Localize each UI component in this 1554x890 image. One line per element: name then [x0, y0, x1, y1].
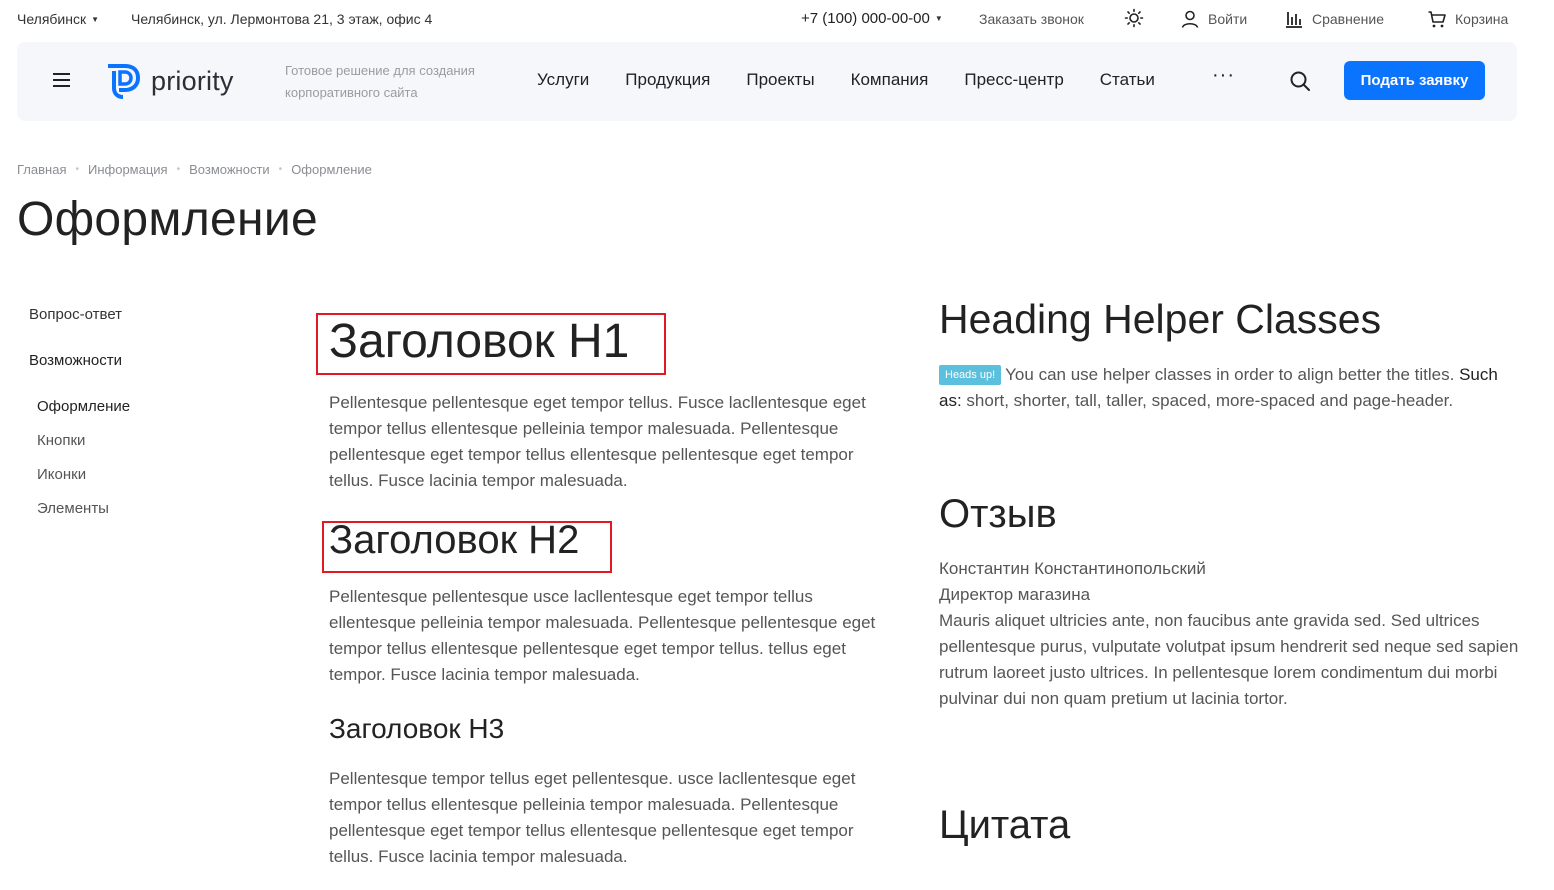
login-label: Войти — [1208, 11, 1248, 27]
nav-item-company[interactable]: Компания — [851, 70, 929, 90]
breadcrumb: Главная • Информация • Возможности • Офо… — [17, 162, 372, 177]
nav-item-products[interactable]: Продукция — [625, 70, 710, 90]
breadcrumb-separator: • — [278, 164, 283, 175]
breadcrumb-separator: • — [176, 164, 181, 175]
menu-icon[interactable] — [53, 73, 70, 88]
heads-up-badge: Heads up! — [939, 365, 1002, 385]
breadcrumb-info[interactable]: Информация — [88, 162, 168, 177]
user-icon — [1181, 10, 1199, 28]
more-menu-icon[interactable]: ··· — [1212, 64, 1235, 87]
helper-intro: You can use helper classes in order to a… — [1005, 365, 1455, 384]
logo[interactable]: priority — [105, 62, 234, 100]
helper-classes-text: Heads up! You can use helper classes in o… — [939, 362, 1519, 414]
review-role: Директор магазина — [939, 585, 1091, 604]
nav-item-press[interactable]: Пресс-центр — [964, 70, 1063, 90]
sidebar-subitem-elements[interactable]: Элементы — [37, 500, 109, 517]
main-nav: Услуги Продукция Проекты Компания Пресс-… — [537, 70, 1191, 90]
paragraph-1: Pellentesque pellentesque eget tempor te… — [329, 393, 866, 490]
paragraph-3: Pellentesque tempor tellus eget pellente… — [329, 769, 856, 866]
nav-item-articles[interactable]: Статьи — [1100, 70, 1155, 90]
address-text: Челябинск, ул. Лермонтова 21, 3 этаж, оф… — [131, 11, 433, 27]
phone-number: +7 (100) 000-00-00 — [801, 10, 930, 27]
highlight-box-h1 — [316, 313, 666, 375]
review-author: Константин Константинопольский — [939, 559, 1206, 578]
theme-toggle[interactable] — [1124, 8, 1144, 28]
cart-icon — [1428, 11, 1446, 28]
highlight-box-h2 — [322, 521, 612, 573]
review-title: Отзыв — [939, 492, 1057, 536]
login-link[interactable]: Войти — [1180, 9, 1247, 29]
bar-chart-icon — [1286, 12, 1302, 28]
review-text: Mauris aliquet ultricies ante, non fauci… — [939, 611, 1519, 708]
search-icon[interactable] — [1289, 70, 1311, 92]
cart-link[interactable]: Корзина — [1427, 9, 1508, 29]
submit-request-button[interactable]: Подать заявку — [1344, 61, 1485, 100]
review-block: Константин Константинопольский Директор … — [939, 556, 1519, 712]
sidebar-item-faq[interactable]: Вопрос-ответ — [29, 306, 122, 323]
sidebar-subitem-icons[interactable]: Иконки — [37, 466, 86, 483]
helper-list: short, shorter, tall, taller, spaced, mo… — [966, 391, 1454, 410]
compare-link[interactable]: Сравнение — [1284, 9, 1384, 29]
compare-label: Сравнение — [1312, 11, 1384, 27]
paragraph-2: Pellentesque pellentesque usce lacllente… — [329, 587, 876, 684]
top-bar: Челябинск ▼ Челябинск, ул. Лермонтова 21… — [0, 0, 1554, 38]
helper-classes-title: Heading Helper Classes — [939, 296, 1382, 342]
page-title: Оформление — [17, 193, 318, 246]
tagline: Готовое решение для создания корпоративн… — [285, 63, 475, 100]
city-label: Челябинск — [17, 11, 87, 27]
sidebar-subitem-buttons[interactable]: Кнопки — [37, 432, 85, 449]
sidebar-subitem-design[interactable]: Оформление — [37, 398, 130, 415]
city-selector[interactable]: Челябинск ▼ — [17, 11, 99, 27]
sun-icon — [1124, 8, 1144, 28]
caret-down-icon: ▼ — [934, 14, 943, 23]
breadcrumb-features[interactable]: Возможности — [189, 162, 270, 177]
main-header: priority Готовое решение для создания ко… — [17, 42, 1517, 121]
logo-text: priority — [151, 65, 234, 96]
phone-selector[interactable]: +7 (100) 000-00-00 ▼ — [801, 10, 943, 27]
quote-title: Цитата — [939, 803, 1071, 847]
nav-item-services[interactable]: Услуги — [537, 70, 589, 90]
logo-icon — [108, 64, 141, 99]
breadcrumb-separator: • — [75, 164, 79, 175]
breadcrumb-home[interactable]: Главная — [17, 162, 66, 177]
caret-down-icon: ▼ — [91, 14, 100, 24]
sidebar-item-features[interactable]: Возможности — [29, 352, 122, 369]
cart-label: Корзина — [1455, 11, 1509, 27]
callback-link[interactable]: Заказать звонок — [979, 11, 1084, 27]
nav-item-projects[interactable]: Проекты — [746, 70, 814, 90]
heading-h3: Заголовок H3 — [329, 713, 505, 744]
breadcrumb-current: Оформление — [291, 162, 372, 177]
